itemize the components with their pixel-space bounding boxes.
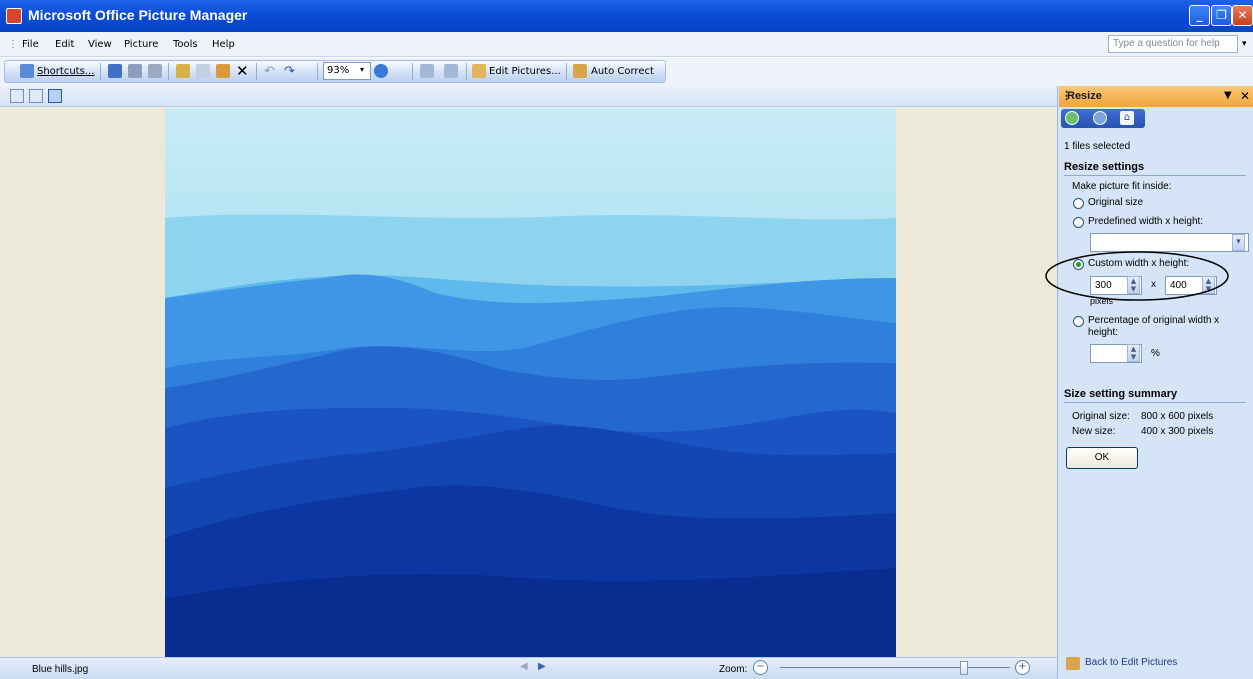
home-icon[interactable]: ⌂ (1120, 111, 1134, 125)
section-divider (1064, 402, 1246, 403)
restore-button[interactable]: ❐ (1211, 5, 1232, 26)
size-summary-heading: Size setting summary (1064, 388, 1178, 400)
zoom-slider-thumb[interactable] (960, 661, 968, 675)
app-icon (6, 8, 22, 24)
files-selected-text: 1 files selected (1064, 141, 1131, 152)
auto-correct-button[interactable]: Auto Correct (591, 63, 654, 80)
menu-picture[interactable]: Picture (124, 39, 158, 50)
rotate-right-icon[interactable] (444, 64, 458, 78)
paste-icon[interactable] (216, 64, 230, 78)
menu-file[interactable]: File (22, 39, 39, 50)
original-size-summary-value: 800 x 600 pixels (1141, 411, 1214, 422)
percentage-spinner[interactable]: ▲ ▼ (1127, 344, 1140, 362)
help-icon[interactable] (374, 64, 388, 78)
zoom-in-icon[interactable]: + (1015, 660, 1030, 675)
predefined-size-label: Predefined width x height: (1088, 216, 1204, 227)
toolbar-separator (412, 63, 413, 80)
delete-icon[interactable]: ✕ (236, 63, 249, 80)
auto-correct-icon (573, 64, 587, 78)
highlight-ellipse (1045, 251, 1229, 301)
thumbnail-view-icon[interactable] (10, 89, 24, 103)
predefined-size-radio[interactable] (1073, 217, 1084, 228)
print-icon[interactable] (128, 64, 142, 78)
edit-pictures-icon (1066, 657, 1080, 670)
percent-sign: % (1151, 348, 1160, 359)
shortcuts-button[interactable]: Shortcuts... (37, 63, 94, 80)
menu-grip-icon: ⋮ (8, 39, 18, 50)
toolbar-separator (256, 63, 257, 80)
menu-edit[interactable]: Edit (55, 39, 74, 50)
save-icon[interactable] (108, 64, 122, 78)
copy-icon[interactable] (196, 64, 210, 78)
new-size-summary-label: New size: (1072, 426, 1116, 437)
back-nav-icon[interactable] (1065, 111, 1079, 125)
zoom-slider[interactable] (780, 667, 1010, 668)
toolbar-separator (317, 63, 318, 80)
task-pane-title: Resize (1067, 90, 1102, 102)
percentage-label-line2: height: (1088, 327, 1119, 338)
next-picture-icon[interactable]: ▶ (538, 661, 546, 672)
menu-tools[interactable]: Tools (173, 39, 198, 50)
status-bar (0, 657, 1057, 679)
edit-pictures-icon (472, 64, 486, 78)
percentage-label: Percentage of original width x (1088, 315, 1220, 326)
toolbar-separator (566, 63, 567, 80)
new-size-summary-value: 400 x 300 pixels (1141, 426, 1214, 437)
help-dropdown-icon[interactable]: ▾ (1242, 39, 1247, 49)
menu-view[interactable]: View (88, 39, 112, 50)
fit-inside-label: Make picture fit inside: (1072, 181, 1172, 192)
toolbar-separator (100, 63, 101, 80)
zoom-dropdown-icon[interactable]: ▾ (360, 65, 364, 74)
blue-hills-picture (165, 108, 896, 657)
original-size-label: Original size (1088, 197, 1144, 208)
percentage-radio[interactable] (1073, 316, 1084, 327)
help-search-input[interactable]: Type a question for help (1108, 35, 1238, 53)
zoom-label: Zoom: (719, 664, 748, 675)
close-button[interactable]: ✕ (1232, 5, 1253, 26)
task-pane-close-icon[interactable]: ✕ (1240, 89, 1250, 103)
section-divider (1064, 175, 1246, 176)
original-size-summary-label: Original size: (1072, 411, 1130, 422)
menu-help[interactable]: Help (212, 39, 235, 50)
title-bar: Microsoft Office Picture Manager (0, 0, 1253, 32)
undo-icon[interactable]: ↶ (264, 63, 275, 80)
window-title: Microsoft Office Picture Manager (28, 7, 248, 23)
toolbar-separator (466, 63, 467, 80)
resize-settings-heading: Resize settings (1064, 161, 1145, 173)
task-pane-menu-icon[interactable]: ▼ (1224, 90, 1232, 101)
toolbar-separator (168, 63, 169, 80)
view-bar (0, 86, 1057, 107)
filmstrip-view-icon[interactable] (29, 89, 43, 103)
rotate-left-icon[interactable] (420, 64, 434, 78)
zoom-out-icon[interactable]: − (753, 660, 768, 675)
forward-nav-icon[interactable] (1093, 111, 1107, 125)
edit-pictures-button[interactable]: Edit Pictures... (489, 63, 561, 80)
minimize-button[interactable]: _ (1189, 5, 1210, 26)
cut-icon[interactable] (176, 64, 190, 78)
previous-picture-icon[interactable]: ◀ (520, 661, 528, 672)
shortcuts-icon (20, 64, 34, 78)
original-size-radio[interactable] (1073, 198, 1084, 209)
status-filename: Blue hills.jpg (32, 664, 89, 675)
email-icon[interactable] (148, 64, 162, 78)
back-to-edit-pictures-link[interactable]: Back to Edit Pictures (1085, 657, 1177, 668)
single-picture-view-icon[interactable] (48, 89, 62, 103)
redo-icon[interactable]: ↷ (284, 63, 295, 80)
predefined-dropdown-icon[interactable]: ▾ (1232, 234, 1245, 251)
ok-button[interactable]: OK (1066, 447, 1138, 469)
